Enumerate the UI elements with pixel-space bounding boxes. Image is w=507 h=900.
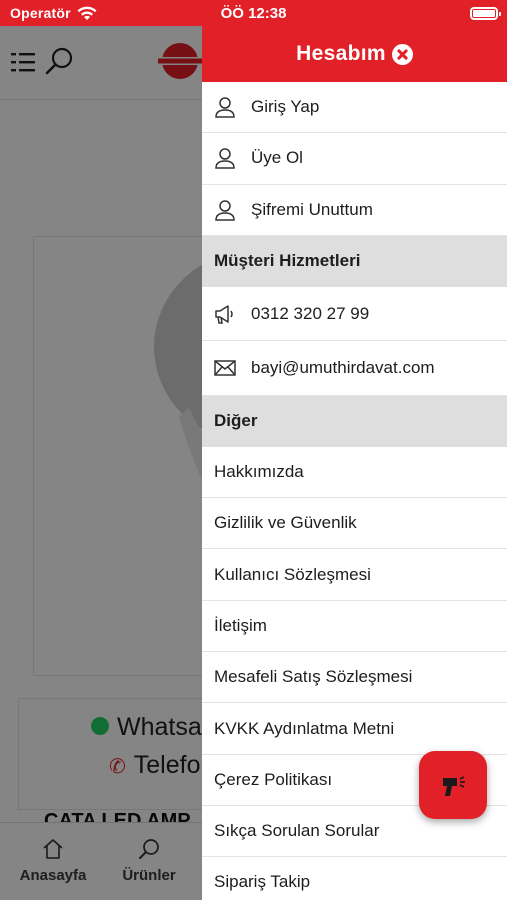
menu-item-distance-sales[interactable]: Mesafeli Satış Sözleşmesi (202, 652, 507, 704)
menu-item-email[interactable]: bayi@umuthirdavat.com (202, 341, 507, 396)
status-bar: Operatör ÖÖ 12:38 (0, 0, 507, 26)
email-address: bayi@umuthirdavat.com (251, 358, 435, 378)
clock: ÖÖ 12:38 (220, 5, 287, 22)
menu-item-privacy[interactable]: Gizlilik ve Güvenlik (202, 498, 507, 550)
menu-item-about[interactable]: Hakkımızda (202, 447, 507, 499)
megaphone-icon (443, 776, 465, 796)
megaphone-icon (215, 304, 233, 324)
menu-item-label: Üye Ol (251, 148, 303, 168)
battery-icon (470, 7, 501, 20)
drawer-title: Hesabım (296, 42, 386, 65)
menu-item-register[interactable]: Üye Ol (202, 133, 507, 185)
close-icon[interactable] (391, 43, 413, 65)
menu-item-login[interactable]: Giriş Yap (202, 82, 507, 134)
menu-item-label: Giriş Yap (251, 97, 320, 117)
user-icon (215, 148, 235, 170)
drawer-header: Hesabım (202, 26, 507, 82)
menu-item-kvkk[interactable]: KVKK Aydınlatma Metni (202, 703, 507, 755)
menu-item-label: Şifremi Unuttum (251, 199, 373, 219)
section-customer-service: Müşteri Hizmetleri (202, 235, 507, 287)
mail-icon (214, 360, 236, 376)
user-icon (215, 97, 235, 118)
phone-number: 0312 320 27 99 (251, 303, 370, 323)
section-other: Diğer (202, 395, 507, 447)
user-icon (215, 199, 235, 221)
menu-item-contact[interactable]: İletişim (202, 601, 507, 653)
menu-item-user-agreement[interactable]: Kullanıcı Sözleşmesi (202, 549, 507, 601)
menu-item-phone[interactable]: 0312 320 27 99 (202, 287, 507, 342)
announcement-button[interactable] (419, 751, 487, 819)
menu-item-forgot-password[interactable]: Şifremi Unuttum (202, 185, 507, 236)
menu-item-order-tracking[interactable]: Sipariş Takip (202, 857, 507, 900)
